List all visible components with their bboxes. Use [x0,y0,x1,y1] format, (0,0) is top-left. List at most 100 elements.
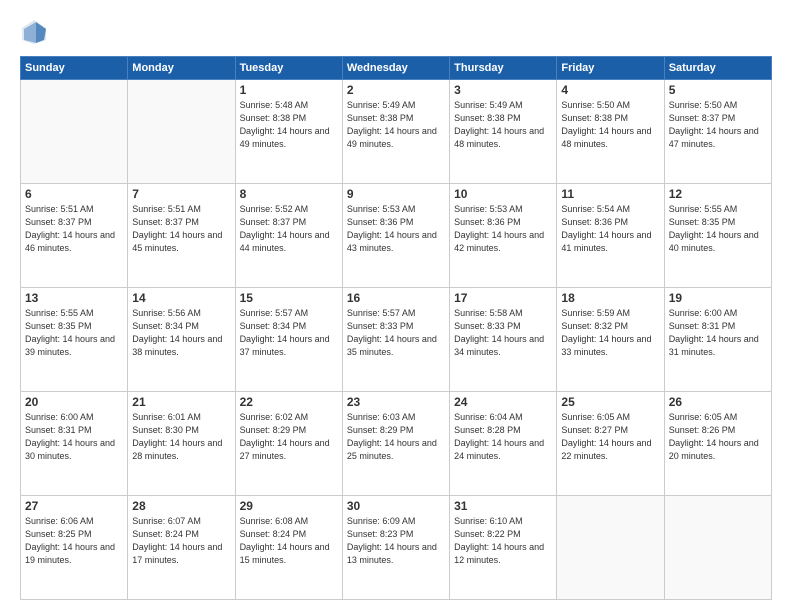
calendar-cell: 21 Sunrise: 6:01 AMSunset: 8:30 PMDayligh… [128,392,235,496]
day-info: Sunrise: 5:51 AMSunset: 8:37 PMDaylight:… [132,203,230,255]
calendar-cell: 29 Sunrise: 6:08 AMSunset: 8:24 PMDayligh… [235,496,342,600]
weekday-header-monday: Monday [128,57,235,80]
day-number: 19 [669,291,767,305]
day-number: 2 [347,83,445,97]
day-number: 26 [669,395,767,409]
weekday-header-friday: Friday [557,57,664,80]
day-number: 31 [454,499,552,513]
week-row-1: 1Sunrise: 5:48 AMSunset: 8:38 PMDaylight… [21,80,772,184]
day-info: Sunrise: 5:49 AMSunset: 8:38 PMDaylight:… [454,99,552,151]
calendar-cell: 30 Sunrise: 6:09 AMSunset: 8:23 PMDayligh… [342,496,449,600]
day-info: Sunrise: 6:03 AMSunset: 8:29 PMDaylight:… [347,411,445,463]
day-info: Sunrise: 5:49 AMSunset: 8:38 PMDaylight:… [347,99,445,151]
calendar-cell: 18Sunrise: 5:59 AMSunset: 8:32 PMDayligh… [557,288,664,392]
calendar-cell: 24 Sunrise: 6:04 AMSunset: 8:28 PMDayligh… [450,392,557,496]
day-info: Sunrise: 6:08 AMSunset: 8:24 PMDaylight:… [240,515,338,567]
calendar-cell: 12 Sunrise: 5:55 AMSunset: 8:35 PMDayligh… [664,184,771,288]
logo [20,18,52,46]
calendar-cell [557,496,664,600]
day-info: Sunrise: 6:10 AMSunset: 8:22 PMDaylight:… [454,515,552,567]
calendar-cell: 28 Sunrise: 6:07 AMSunset: 8:24 PMDayligh… [128,496,235,600]
day-number: 22 [240,395,338,409]
day-number: 4 [561,83,659,97]
week-row-3: 13 Sunrise: 5:55 AMSunset: 8:35 PMDayligh… [21,288,772,392]
day-number: 21 [132,395,230,409]
week-row-5: 27Sunrise: 6:06 AMSunset: 8:25 PMDayligh… [21,496,772,600]
day-info: Sunrise: 5:53 AMSunset: 8:36 PMDaylight:… [454,203,552,255]
day-number: 25 [561,395,659,409]
day-number: 23 [347,395,445,409]
weekday-header-sunday: Sunday [21,57,128,80]
day-info: Sunrise: 5:50 AMSunset: 8:38 PMDaylight:… [561,99,659,151]
day-number: 16 [347,291,445,305]
calendar-cell: 27Sunrise: 6:06 AMSunset: 8:25 PMDayligh… [21,496,128,600]
day-number: 11 [561,187,659,201]
day-number: 12 [669,187,767,201]
header [20,18,772,46]
calendar-cell: 14 Sunrise: 5:56 AMSunset: 8:34 PMDayligh… [128,288,235,392]
calendar-cell: 19Sunrise: 6:00 AMSunset: 8:31 PMDayligh… [664,288,771,392]
day-info: Sunrise: 5:59 AMSunset: 8:32 PMDaylight:… [561,307,659,359]
day-info: Sunrise: 6:00 AMSunset: 8:31 PMDaylight:… [25,411,123,463]
calendar-cell [21,80,128,184]
day-number: 10 [454,187,552,201]
day-info: Sunrise: 5:52 AMSunset: 8:37 PMDaylight:… [240,203,338,255]
day-info: Sunrise: 5:57 AMSunset: 8:34 PMDaylight:… [240,307,338,359]
calendar-cell: 10 Sunrise: 5:53 AMSunset: 8:36 PMDayligh… [450,184,557,288]
day-number: 28 [132,499,230,513]
day-number: 24 [454,395,552,409]
calendar-cell: 9Sunrise: 5:53 AMSunset: 8:36 PMDaylight… [342,184,449,288]
day-number: 6 [25,187,123,201]
calendar-cell: 26 Sunrise: 6:05 AMSunset: 8:26 PMDayligh… [664,392,771,496]
calendar-cell: 13 Sunrise: 5:55 AMSunset: 8:35 PMDayligh… [21,288,128,392]
day-info: Sunrise: 5:50 AMSunset: 8:37 PMDaylight:… [669,99,767,151]
calendar-cell: 11 Sunrise: 5:54 AMSunset: 8:36 PMDayligh… [557,184,664,288]
weekday-header-thursday: Thursday [450,57,557,80]
week-row-4: 20Sunrise: 6:00 AMSunset: 8:31 PMDayligh… [21,392,772,496]
day-info: Sunrise: 6:01 AMSunset: 8:30 PMDaylight:… [132,411,230,463]
day-number: 13 [25,291,123,305]
day-info: Sunrise: 6:04 AMSunset: 8:28 PMDaylight:… [454,411,552,463]
calendar-cell: 16 Sunrise: 5:57 AMSunset: 8:33 PMDayligh… [342,288,449,392]
day-info: Sunrise: 5:54 AMSunset: 8:36 PMDaylight:… [561,203,659,255]
calendar-table: SundayMondayTuesdayWednesdayThursdayFrid… [20,56,772,600]
day-info: Sunrise: 5:58 AMSunset: 8:33 PMDaylight:… [454,307,552,359]
weekday-header-saturday: Saturday [664,57,771,80]
day-number: 15 [240,291,338,305]
day-info: Sunrise: 6:05 AMSunset: 8:26 PMDaylight:… [669,411,767,463]
day-number: 27 [25,499,123,513]
weekday-header-row: SundayMondayTuesdayWednesdayThursdayFrid… [21,57,772,80]
calendar-cell [664,496,771,600]
calendar-cell: 1Sunrise: 5:48 AMSunset: 8:38 PMDaylight… [235,80,342,184]
day-number: 9 [347,187,445,201]
day-info: Sunrise: 6:09 AMSunset: 8:23 PMDaylight:… [347,515,445,567]
calendar-cell: 20Sunrise: 6:00 AMSunset: 8:31 PMDayligh… [21,392,128,496]
day-info: Sunrise: 5:48 AMSunset: 8:38 PMDaylight:… [240,99,338,151]
day-info: Sunrise: 6:07 AMSunset: 8:24 PMDaylight:… [132,515,230,567]
day-info: Sunrise: 6:02 AMSunset: 8:29 PMDaylight:… [240,411,338,463]
day-number: 14 [132,291,230,305]
calendar-cell [128,80,235,184]
weekday-header-wednesday: Wednesday [342,57,449,80]
day-number: 5 [669,83,767,97]
day-number: 8 [240,187,338,201]
day-info: Sunrise: 5:55 AMSunset: 8:35 PMDaylight:… [25,307,123,359]
calendar-cell: 2 Sunrise: 5:49 AMSunset: 8:38 PMDaylight… [342,80,449,184]
calendar-cell: 15 Sunrise: 5:57 AMSunset: 8:34 PMDayligh… [235,288,342,392]
calendar-cell: 3Sunrise: 5:49 AMSunset: 8:38 PMDaylight… [450,80,557,184]
page: SundayMondayTuesdayWednesdayThursdayFrid… [0,0,792,612]
day-info: Sunrise: 6:05 AMSunset: 8:27 PMDaylight:… [561,411,659,463]
day-info: Sunrise: 5:56 AMSunset: 8:34 PMDaylight:… [132,307,230,359]
calendar-cell: 25 Sunrise: 6:05 AMSunset: 8:27 PMDayligh… [557,392,664,496]
weekday-header-tuesday: Tuesday [235,57,342,80]
calendar-cell: 6Sunrise: 5:51 AMSunset: 8:37 PMDaylight… [21,184,128,288]
day-info: Sunrise: 5:55 AMSunset: 8:35 PMDaylight:… [669,203,767,255]
calendar-cell: 22 Sunrise: 6:02 AMSunset: 8:29 PMDayligh… [235,392,342,496]
calendar-cell: 23 Sunrise: 6:03 AMSunset: 8:29 PMDayligh… [342,392,449,496]
day-number: 29 [240,499,338,513]
week-row-2: 6 Sunrise: 5:51 AMSunset: 8:37 PMDaylight… [21,184,772,288]
calendar-cell: 4 Sunrise: 5:50 AMSunset: 8:38 PMDaylight… [557,80,664,184]
calendar-cell: 31 Sunrise: 6:10 AMSunset: 8:22 PMDayligh… [450,496,557,600]
day-number: 30 [347,499,445,513]
day-info: Sunrise: 5:57 AMSunset: 8:33 PMDaylight:… [347,307,445,359]
